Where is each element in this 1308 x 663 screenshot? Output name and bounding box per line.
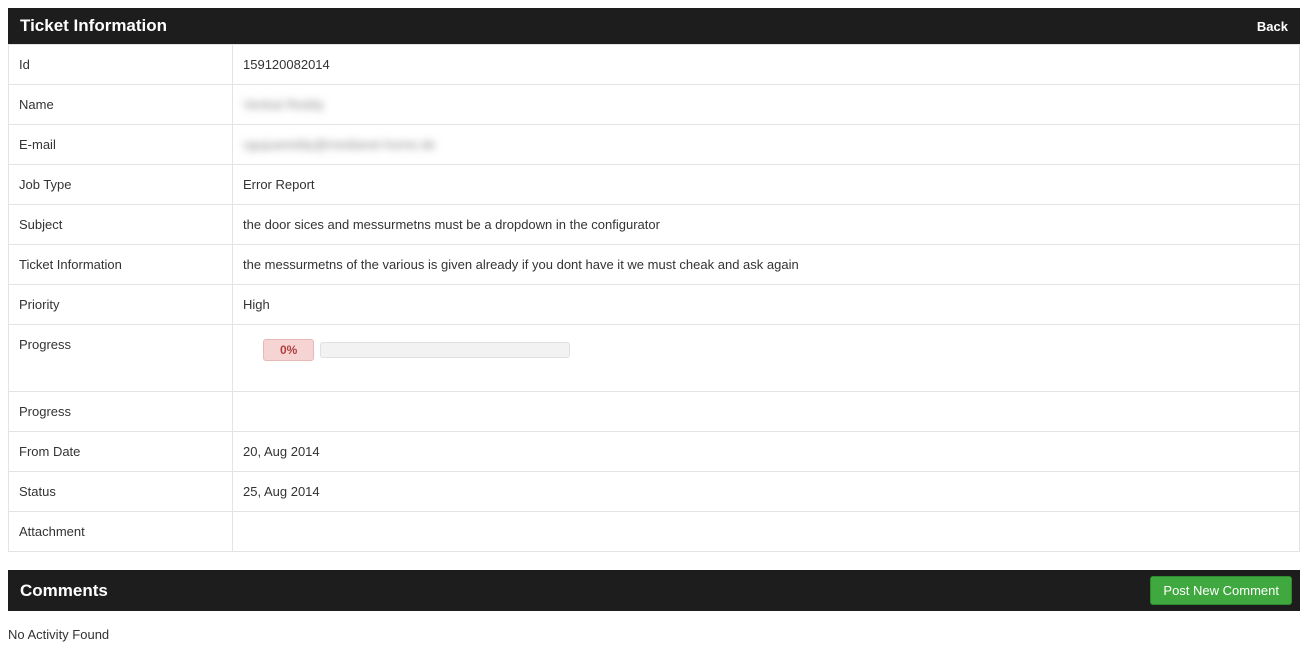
comments-header: Comments Post New Comment	[8, 570, 1300, 611]
comments-title: Comments	[20, 581, 108, 601]
row-status: Status 25, Aug 2014	[9, 472, 1300, 512]
label-email: E-mail	[9, 125, 233, 165]
ticket-info-header: Ticket Information Back	[8, 8, 1300, 44]
label-jobtype: Job Type	[9, 165, 233, 205]
label-fromdate: From Date	[9, 432, 233, 472]
ticket-info-table: Id 159120082014 Name Venkat Reddy E-mail…	[8, 44, 1300, 552]
label-status: Status	[9, 472, 233, 512]
label-name: Name	[9, 85, 233, 125]
row-name: Name Venkat Reddy	[9, 85, 1300, 125]
label-priority: Priority	[9, 285, 233, 325]
value-attachment	[233, 512, 1300, 552]
value-jobtype: Error Report	[233, 165, 1300, 205]
value-id: 159120082014	[233, 45, 1300, 85]
value-fromdate: 20, Aug 2014	[233, 432, 1300, 472]
panel-title: Ticket Information	[20, 16, 167, 36]
label-progress2: Progress	[9, 392, 233, 432]
ticket-info-panel: Ticket Information Back Id 159120082014 …	[8, 8, 1300, 552]
value-progress: 0%	[233, 325, 1300, 392]
label-progress: Progress	[9, 325, 233, 392]
post-new-comment-button[interactable]: Post New Comment	[1150, 576, 1292, 605]
back-link[interactable]: Back	[1257, 19, 1288, 34]
label-ticketinfo: Ticket Information	[9, 245, 233, 285]
no-activity-text: No Activity Found	[8, 619, 1308, 642]
row-email: E-mail vgujuareddy@medianet-home.de	[9, 125, 1300, 165]
label-subject: Subject	[9, 205, 233, 245]
value-progress2	[233, 392, 1300, 432]
progress-bar	[320, 342, 570, 358]
label-attachment: Attachment	[9, 512, 233, 552]
value-priority: High	[233, 285, 1300, 325]
row-priority: Priority High	[9, 285, 1300, 325]
row-attachment: Attachment	[9, 512, 1300, 552]
row-progress: Progress 0%	[9, 325, 1300, 392]
progress-wrap: 0%	[243, 337, 1289, 379]
value-subject: the door sices and messurmetns must be a…	[233, 205, 1300, 245]
row-jobtype: Job Type Error Report	[9, 165, 1300, 205]
comments-panel: Comments Post New Comment	[8, 570, 1300, 611]
value-email: vgujuareddy@medianet-home.de	[233, 125, 1300, 165]
row-progress2: Progress	[9, 392, 1300, 432]
row-ticketinfo: Ticket Information the messurmetns of th…	[9, 245, 1300, 285]
row-id: Id 159120082014	[9, 45, 1300, 85]
progress-percent-badge: 0%	[263, 339, 314, 361]
row-subject: Subject the door sices and messurmetns m…	[9, 205, 1300, 245]
value-name: Venkat Reddy	[233, 85, 1300, 125]
label-id: Id	[9, 45, 233, 85]
value-status: 25, Aug 2014	[233, 472, 1300, 512]
value-ticketinfo: the messurmetns of the various is given …	[233, 245, 1300, 285]
row-fromdate: From Date 20, Aug 2014	[9, 432, 1300, 472]
